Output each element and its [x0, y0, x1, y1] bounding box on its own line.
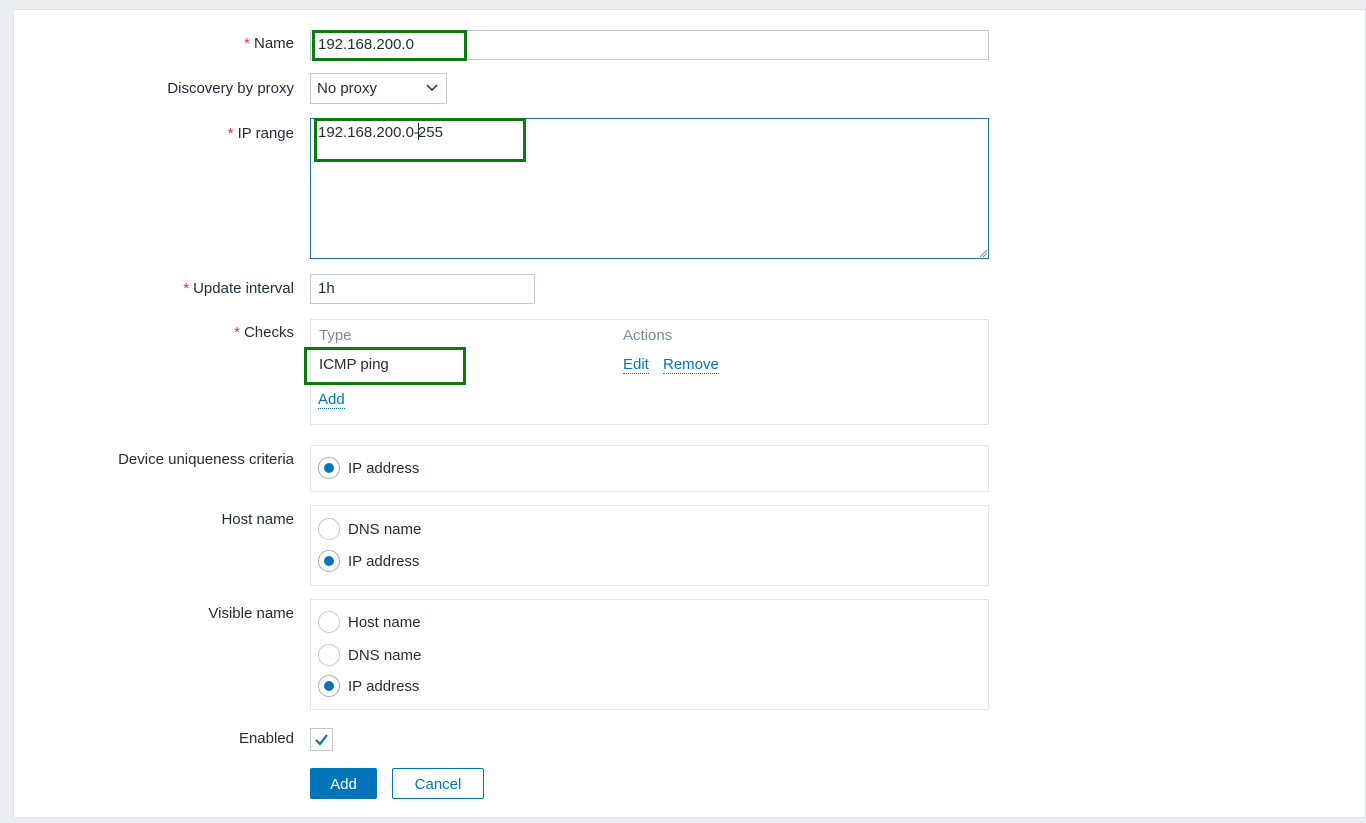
resize-handle-icon[interactable]: [980, 250, 987, 257]
visible-name-label: Visible name: [208, 605, 294, 622]
name-input-value: 192.168.200.0: [318, 36, 414, 53]
ip-range-textarea[interactable]: 192.168.200.0-255: [310, 118, 989, 259]
radio-icon[interactable]: [318, 611, 340, 633]
ip-range-label: * IP range: [228, 125, 294, 142]
required-mark: *: [244, 35, 250, 52]
name-label-text: Name: [253, 35, 294, 52]
name-label: * Name: [244, 35, 294, 52]
visible-name-option-dns[interactable]: DNS name: [318, 643, 421, 667]
cancel-button[interactable]: Cancel: [392, 768, 484, 799]
radio-label: DNS name: [348, 646, 422, 664]
add-check-link[interactable]: Add: [318, 391, 345, 409]
update-interval-input[interactable]: 1h: [310, 274, 535, 304]
radio-icon[interactable]: [318, 518, 340, 540]
proxy-label: Discovery by proxy: [167, 80, 294, 97]
radio-label: DNS name: [348, 520, 422, 538]
host-name-option-dns[interactable]: DNS name: [318, 517, 421, 541]
checks-col-type: Type: [319, 327, 352, 344]
required-mark: *: [227, 125, 234, 142]
checks-label: * Checks: [234, 324, 294, 341]
visible-name-option-ip[interactable]: IP address: [318, 674, 419, 698]
checks-label-text: Checks: [243, 324, 294, 341]
required-mark: *: [234, 324, 240, 341]
proxy-select-value: No proxy: [317, 80, 378, 97]
proxy-select[interactable]: No proxy: [310, 73, 447, 104]
enabled-checkbox[interactable]: [310, 728, 333, 751]
ip-range-text-end: 255: [417, 124, 443, 141]
uniqueness-option-ip[interactable]: IP address: [318, 456, 419, 480]
ip-range-text-start: 192.168.200.0-: [318, 124, 419, 141]
radio-label: IP address: [348, 677, 420, 695]
radio-label: IP address: [348, 459, 420, 477]
update-interval-label: * Update interval: [183, 280, 294, 297]
enabled-label: Enabled: [238, 730, 294, 747]
radio-selected-icon[interactable]: [318, 550, 340, 572]
visible-name-option-host[interactable]: Host name: [318, 610, 421, 634]
radio-label: IP address: [348, 552, 420, 570]
uniqueness-label: Device uniqueness criteria: [118, 451, 294, 468]
host-name-label: Host name: [221, 511, 294, 528]
update-interval-value: 1h: [318, 280, 335, 297]
radio-selected-icon[interactable]: [318, 457, 340, 479]
radio-label: Host name: [348, 613, 421, 631]
ip-range-label-text: IP range: [237, 125, 294, 142]
name-input[interactable]: 192.168.200.0: [310, 30, 989, 60]
check-type-value: ICMP ping: [319, 356, 389, 373]
radio-icon[interactable]: [318, 644, 340, 666]
check-remove-link[interactable]: Remove: [663, 356, 719, 374]
chevron-down-icon: [426, 84, 438, 92]
check-edit-link[interactable]: Edit: [623, 356, 649, 374]
required-mark: *: [183, 280, 190, 297]
update-interval-label-text: Update interval: [193, 280, 294, 297]
radio-selected-icon[interactable]: [318, 675, 340, 697]
host-name-option-ip[interactable]: IP address: [318, 549, 419, 573]
add-button[interactable]: Add: [310, 768, 377, 799]
checkmark-icon: [315, 734, 328, 746]
checks-col-actions: Actions: [623, 327, 673, 344]
